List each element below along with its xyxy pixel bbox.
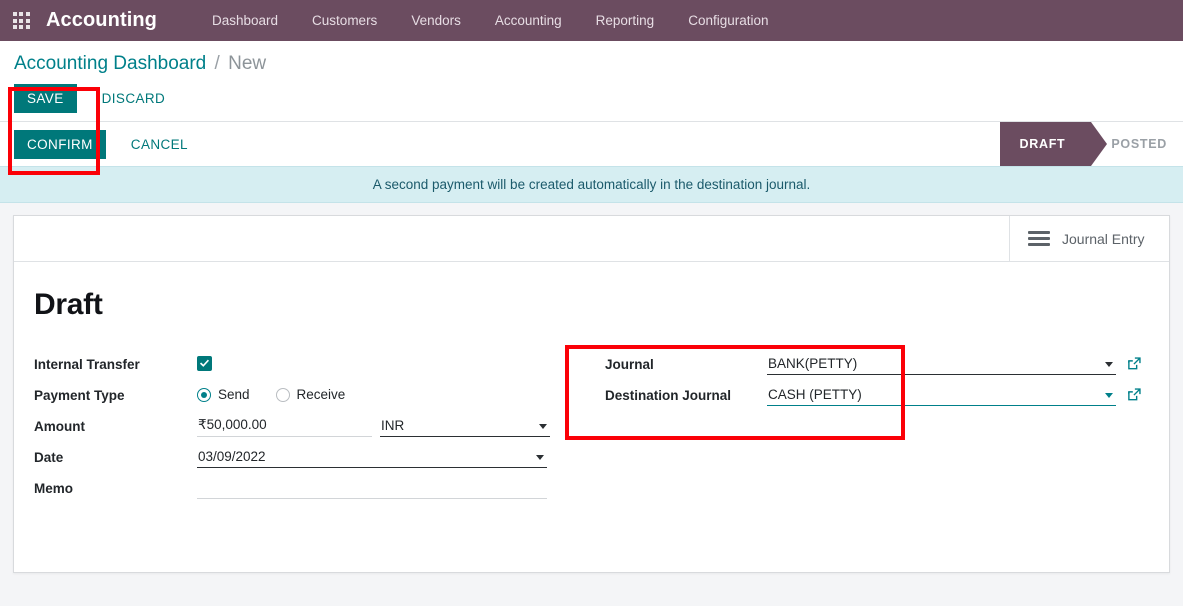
destination-journal-external-link-icon[interactable] [1127,387,1142,402]
menu-item-configuration[interactable]: Configuration [671,0,785,41]
form-sheet: Journal Entry Draft Internal Transfer Pa… [13,215,1170,573]
form-right-column: Journal Destination Jou [582,348,1142,503]
info-alert-banner: A second payment will be created automat… [0,166,1183,203]
journal-entry-smart-button-label: Journal Entry [1062,230,1145,247]
status-bar: DRAFT POSTED [999,122,1183,166]
check-icon [200,359,209,367]
sheet-body: Draft Internal Transfer Payment Type Sen… [14,262,1169,503]
payment-type-receive-label: Receive [296,387,346,402]
field-amount: Amount [34,410,582,441]
amount-input[interactable] [197,414,372,437]
status-step-draft[interactable]: DRAFT [999,122,1108,166]
payment-type-radio-group: Send Receive [197,387,345,402]
confirm-button[interactable]: CONFIRM [14,129,106,159]
radio-unselected-icon [275,387,290,402]
menu-item-reporting[interactable]: Reporting [579,0,672,41]
internal-transfer-checkbox[interactable] [197,356,212,371]
payment-type-label: Payment Type [34,388,125,403]
cancel-button[interactable]: CANCEL [118,130,201,159]
date-label: Date [34,450,64,465]
field-internal-transfer: Internal Transfer [34,348,582,379]
record-title: Draft [34,288,103,321]
radio-selected-icon [197,387,211,402]
breadcrumb-separator: / [214,53,220,74]
save-button[interactable]: SAVE [14,83,77,113]
journal-label: Journal [605,357,654,372]
top-navbar: Accounting Dashboard Customers Vendors A… [0,0,1183,41]
destination-journal-label: Destination Journal [605,388,732,403]
field-payment-type: Payment Type Send Receive [34,379,582,410]
discard-button[interactable]: DISCARD [89,84,179,113]
menu-item-dashboard[interactable]: Dashboard [195,0,295,41]
date-input[interactable] [197,445,547,468]
currency-input[interactable] [380,414,550,437]
breadcrumb: Accounting Dashboard / New [0,41,1183,83]
menu-item-accounting[interactable]: Accounting [478,0,579,41]
form-sheet-wrapper: Journal Entry Draft Internal Transfer Pa… [0,203,1183,595]
journal-external-link-icon[interactable] [1127,356,1142,371]
main-menu: Dashboard Customers Vendors Accounting R… [195,0,786,41]
journal-input[interactable] [767,352,1116,375]
payment-type-option-receive[interactable]: Receive [275,387,346,402]
internal-transfer-label: Internal Transfer [34,357,140,372]
control-panel: Accounting Dashboard / New SAVE DISCARD … [0,41,1183,166]
save-discard-button-row: SAVE DISCARD [0,83,1183,121]
form-left-column: Internal Transfer Payment Type Send Rece… [34,348,582,503]
menu-item-customers[interactable]: Customers [295,0,394,41]
apps-menu-button[interactable] [8,0,34,41]
menu-item-vendors[interactable]: Vendors [394,0,478,41]
field-date: Date [34,441,582,472]
payment-type-option-send[interactable]: Send [197,387,250,402]
breadcrumb-current: New [228,53,267,74]
field-destination-journal: Destination Journal [605,379,1142,410]
breadcrumb-parent-link[interactable]: Accounting Dashboard [14,53,206,74]
field-journal: Journal [605,348,1142,379]
amount-label: Amount [34,419,85,434]
apps-grid-icon [12,12,30,29]
form-columns: Internal Transfer Payment Type Send Rece… [34,348,1149,503]
destination-journal-input[interactable] [767,383,1116,406]
memo-input[interactable] [197,476,547,499]
sheet-button-box: Journal Entry [14,216,1169,262]
confirm-cancel-button-row: CONFIRM CANCEL DRAFT POSTED [0,121,1183,166]
payment-type-send-label: Send [218,387,250,402]
field-memo: Memo [34,472,582,503]
app-brand-title[interactable]: Accounting [46,9,157,32]
journal-entry-smart-button[interactable]: Journal Entry [1009,216,1169,261]
memo-label: Memo [34,481,74,496]
list-lines-icon [1028,231,1050,246]
